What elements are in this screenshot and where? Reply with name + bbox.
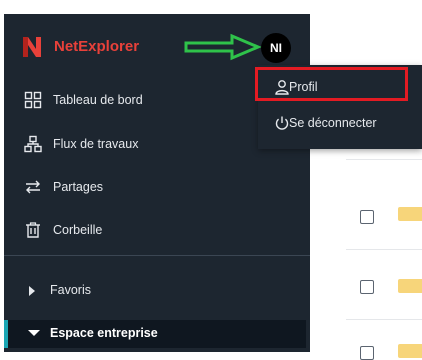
netexplorer-logo-icon bbox=[23, 37, 41, 57]
sidebar-item-label: Flux de travaux bbox=[53, 137, 139, 151]
section-favoris[interactable]: Favoris bbox=[4, 277, 310, 305]
sidebar-divider bbox=[4, 255, 310, 256]
sidebar-item-label: Partages bbox=[53, 180, 104, 194]
section-espace-entreprise[interactable]: Espace entreprise bbox=[4, 320, 306, 348]
annotation-highlight-box bbox=[255, 67, 408, 101]
menu-item-logout[interactable]: Se déconnecter bbox=[258, 109, 422, 137]
row-checkbox[interactable] bbox=[360, 280, 374, 294]
sidebar-header: NetExplorer NI bbox=[4, 32, 310, 63]
menu-item-label: Se déconnecter bbox=[289, 116, 377, 130]
folder-icon bbox=[398, 344, 422, 358]
row-divider bbox=[346, 319, 422, 320]
sidebar-item-label: Tableau de bord bbox=[53, 93, 143, 107]
brand-name[interactable]: NetExplorer bbox=[54, 38, 139, 55]
sidebar-item-shares[interactable]: Partages bbox=[4, 174, 254, 200]
section-label: Favoris bbox=[50, 283, 91, 297]
top-bar bbox=[0, 0, 422, 14]
folder-icon bbox=[398, 207, 422, 221]
sidebar-item-workflows[interactable]: Flux de travaux bbox=[4, 131, 254, 157]
folder-icon bbox=[398, 279, 422, 293]
row-divider bbox=[346, 159, 422, 160]
sidebar-item-dashboard[interactable]: Tableau de bord bbox=[4, 87, 254, 113]
section-label: Espace entreprise bbox=[50, 326, 158, 340]
caret-down-icon bbox=[28, 330, 40, 336]
row-checkbox[interactable] bbox=[360, 210, 374, 224]
user-initials: NI bbox=[270, 41, 282, 55]
workflow-icon bbox=[24, 135, 42, 153]
row-checkbox[interactable] bbox=[360, 346, 374, 360]
share-arrows-icon bbox=[26, 180, 40, 194]
user-avatar[interactable]: NI bbox=[261, 33, 291, 63]
trash-icon bbox=[26, 222, 40, 238]
annotation-arrow-icon bbox=[184, 33, 262, 61]
power-icon bbox=[275, 116, 289, 130]
dashboard-grid-icon bbox=[24, 91, 42, 109]
sidebar-item-label: Corbeille bbox=[53, 223, 103, 237]
sidebar-item-trash[interactable]: Corbeille bbox=[4, 217, 254, 243]
row-divider bbox=[346, 249, 422, 250]
caret-right-icon bbox=[29, 286, 35, 296]
